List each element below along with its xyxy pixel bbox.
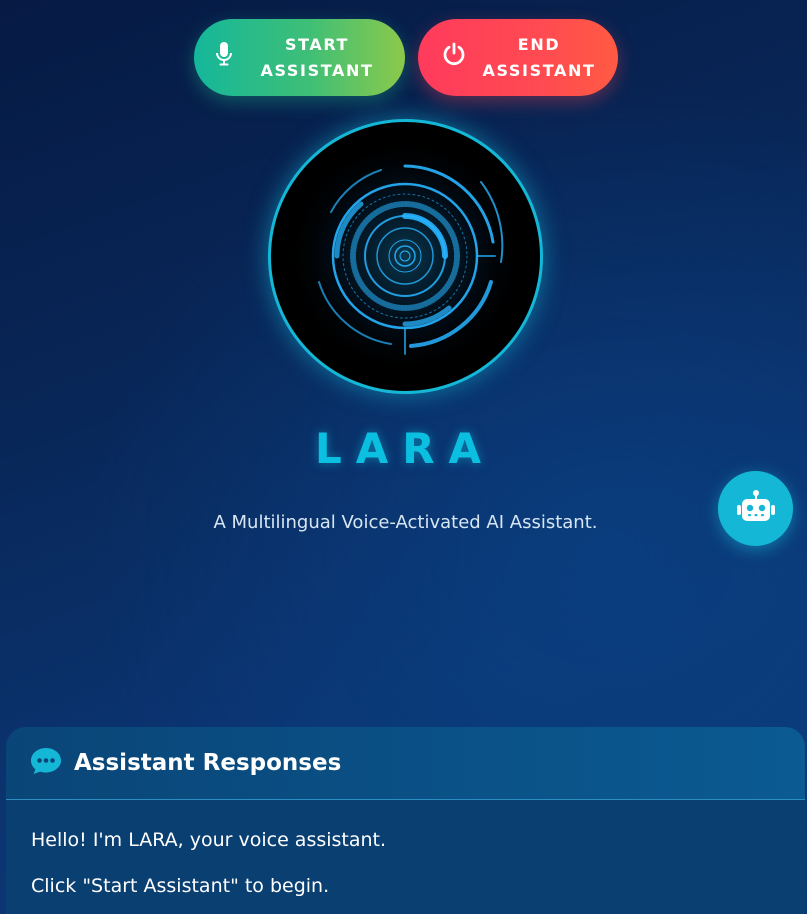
start-assistant-label: START ASSISTANT — [260, 34, 374, 80]
control-buttons: START ASSISTANT END ASSISTANT — [0, 19, 807, 96]
assistant-tagline: A Multilingual Voice-Activated AI Assist… — [213, 512, 598, 533]
robot-icon — [736, 489, 776, 528]
assistant-avatar — [268, 119, 543, 394]
responses-panel-title: Assistant Responses — [74, 750, 342, 776]
chatbot-button[interactable] — [718, 471, 793, 546]
start-assistant-button[interactable]: START ASSISTANT — [194, 19, 405, 96]
assistant-name: LARA — [314, 424, 496, 473]
hud-eye-graphic — [285, 136, 525, 376]
response-message: Hello! I'm LARA, your voice assistant. — [31, 829, 387, 851]
chat-bubble-icon — [30, 747, 62, 779]
end-assistant-label: END ASSISTANT — [482, 34, 596, 80]
microphone-icon — [216, 41, 232, 74]
end-assistant-button[interactable]: END ASSISTANT — [418, 19, 618, 96]
responses-panel: Assistant Responses Hello! I'm LARA, you… — [6, 727, 805, 914]
response-message: Click "Start Assistant" to begin. — [31, 875, 330, 897]
responses-panel-header: Assistant Responses — [6, 727, 805, 800]
power-icon — [442, 42, 466, 74]
responses-list: Hello! I'm LARA, your voice assistant. C… — [6, 800, 805, 898]
